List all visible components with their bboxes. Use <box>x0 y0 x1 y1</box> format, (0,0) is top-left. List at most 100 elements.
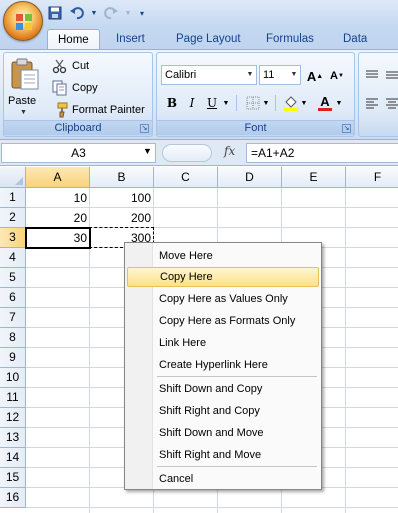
ribbon: Paste ▼ Cut Copy Format Painter Clipboar… <box>0 49 398 140</box>
tab-data[interactable]: Data <box>333 29 377 49</box>
borders-icon[interactable] <box>243 93 263 113</box>
menu-item-cancel[interactable]: Cancel <box>127 469 319 489</box>
separator <box>275 95 276 111</box>
font-size-select[interactable]: 11 ▼ <box>259 65 301 85</box>
menu-item-shift-down-copy[interactable]: Shift Down and Copy <box>127 379 319 399</box>
column-header-b[interactable]: B <box>90 167 154 188</box>
row-header[interactable]: 1 <box>0 188 26 208</box>
menu-item-shift-right-move[interactable]: Shift Right and Move <box>127 445 319 465</box>
row-header[interactable]: 4 <box>0 248 26 268</box>
cell-b1[interactable]: 100 <box>90 188 154 208</box>
row-header[interactable]: 5 <box>0 268 26 288</box>
cell-b2[interactable]: 200 <box>90 208 154 228</box>
menu-item-move-here[interactable]: Move Here <box>127 246 319 266</box>
grow-font-icon[interactable]: A ▲ <box>305 66 325 86</box>
font-dialog-launcher-icon[interactable]: ↘ <box>342 124 351 133</box>
row-header[interactable]: 15 <box>0 468 26 488</box>
insert-function-icon[interactable]: fx <box>224 144 235 158</box>
row-header[interactable]: 7 <box>0 308 26 328</box>
name-box-dropdown-icon[interactable]: ▼ <box>143 146 152 156</box>
row-header[interactable]: 14 <box>0 448 26 468</box>
tab-home[interactable]: Home <box>47 29 100 49</box>
redo-dropdown-icon[interactable]: ▼ <box>124 4 132 22</box>
formula-bar-resize-handle[interactable] <box>162 144 212 162</box>
ribbon-tabs: Home Insert Page Layout Formulas Data <box>0 27 398 49</box>
tab-insert[interactable]: Insert <box>106 29 155 49</box>
row-header[interactable]: 8 <box>0 328 26 348</box>
row-header[interactable]: 9 <box>0 348 26 368</box>
column-header-f[interactable]: F <box>346 167 398 188</box>
clipboard-dialog-launcher-icon[interactable]: ↘ <box>140 124 149 133</box>
menu-item-create-hyperlink[interactable]: Create Hyperlink Here <box>127 355 319 375</box>
tab-page-layout[interactable]: Page Layout <box>166 29 251 49</box>
select-all-button[interactable] <box>0 167 26 188</box>
fill-color-dropdown-icon[interactable]: ▼ <box>299 93 309 113</box>
font-size-value: 11 <box>263 69 275 81</box>
row-header[interactable]: 13 <box>0 428 26 448</box>
row-header[interactable]: 12 <box>0 408 26 428</box>
formula-input[interactable]: =A1+A2 <box>246 143 398 163</box>
shrink-font-icon[interactable]: A ▼ <box>327 66 347 86</box>
row-header[interactable]: 2 <box>0 208 26 228</box>
row-header[interactable]: 10 <box>0 368 26 388</box>
menu-item-copy-formats-only[interactable]: Copy Here as Formats Only <box>127 311 319 331</box>
font-name-select[interactable]: Calibri ▼ <box>161 65 257 85</box>
column-header-a[interactable]: A <box>26 167 90 188</box>
clipboard-group-label: Clipboard <box>4 120 152 135</box>
office-logo-icon <box>16 14 32 30</box>
cell-a1[interactable]: 10 <box>26 188 90 208</box>
chevron-down-icon: ▼ <box>246 71 254 78</box>
font-name-value: Calibri <box>165 69 197 81</box>
menu-item-copy-values-only[interactable]: Copy Here as Values Only <box>127 289 319 309</box>
format-painter-button[interactable]: Format Painter <box>52 101 145 119</box>
quick-access-toolbar: ▼ ▼ ▾ <box>46 3 148 23</box>
align-middle-icon[interactable] <box>382 65 398 85</box>
bold-button[interactable]: B <box>162 93 182 113</box>
column-header-d[interactable]: D <box>218 167 282 188</box>
clipboard-group: Paste ▼ Cut Copy Format Painter Clipboar… <box>3 52 153 137</box>
menu-item-shift-down-move[interactable]: Shift Down and Move <box>127 423 319 443</box>
align-left-icon[interactable] <box>362 93 382 113</box>
alignment-group <box>358 52 398 137</box>
row-header[interactable]: 6 <box>0 288 26 308</box>
name-box[interactable]: A3 <box>1 143 156 163</box>
cell-a2[interactable]: 20 <box>26 208 90 228</box>
paste-button[interactable]: Paste <box>8 95 36 107</box>
row-header[interactable]: 16 <box>0 488 26 508</box>
save-icon[interactable] <box>46 4 64 22</box>
underline-button[interactable]: U <box>202 93 222 113</box>
font-color-icon[interactable]: A <box>315 93 335 113</box>
scissors-icon <box>52 59 67 74</box>
italic-button[interactable]: I <box>182 93 202 113</box>
menu-item-shift-right-copy[interactable]: Shift Right and Copy <box>127 401 319 421</box>
cut-label: Cut <box>72 60 90 72</box>
align-top-icon[interactable] <box>362 65 382 85</box>
menu-separator <box>157 466 317 467</box>
align-center-icon[interactable] <box>382 93 398 113</box>
undo-dropdown-icon[interactable]: ▼ <box>90 4 98 22</box>
office-button[interactable] <box>3 1 43 41</box>
paintbrush-icon <box>57 102 68 118</box>
borders-dropdown-icon[interactable]: ▼ <box>261 93 271 113</box>
row-header[interactable]: 11 <box>0 388 26 408</box>
undo-icon[interactable] <box>68 4 86 22</box>
font-color-dropdown-icon[interactable]: ▼ <box>334 93 344 113</box>
menu-item-link-here[interactable]: Link Here <box>127 333 319 353</box>
cut-button[interactable]: Cut <box>52 57 89 75</box>
fill-color-icon[interactable] <box>281 93 301 113</box>
tab-formulas[interactable]: Formulas <box>256 29 324 49</box>
customize-qat-icon[interactable]: ▾ <box>136 4 148 22</box>
paste-icon[interactable] <box>10 58 40 90</box>
underline-dropdown-icon[interactable]: ▼ <box>221 93 231 113</box>
row-header[interactable]: 3 <box>0 228 26 248</box>
column-header-c[interactable]: C <box>154 167 218 188</box>
copy-button[interactable]: Copy <box>52 79 98 97</box>
paste-dropdown-icon[interactable]: ▼ <box>20 109 27 116</box>
redo-icon[interactable] <box>102 4 120 22</box>
font-group-label: Font <box>157 120 354 135</box>
copy-label: Copy <box>72 82 98 94</box>
formula-bar: A3 ▼ fx =A1+A2 <box>0 140 398 166</box>
menu-item-copy-here[interactable]: Copy Here <box>127 267 319 287</box>
column-header-e[interactable]: E <box>282 167 346 188</box>
format-painter-label: Format Painter <box>72 104 145 116</box>
